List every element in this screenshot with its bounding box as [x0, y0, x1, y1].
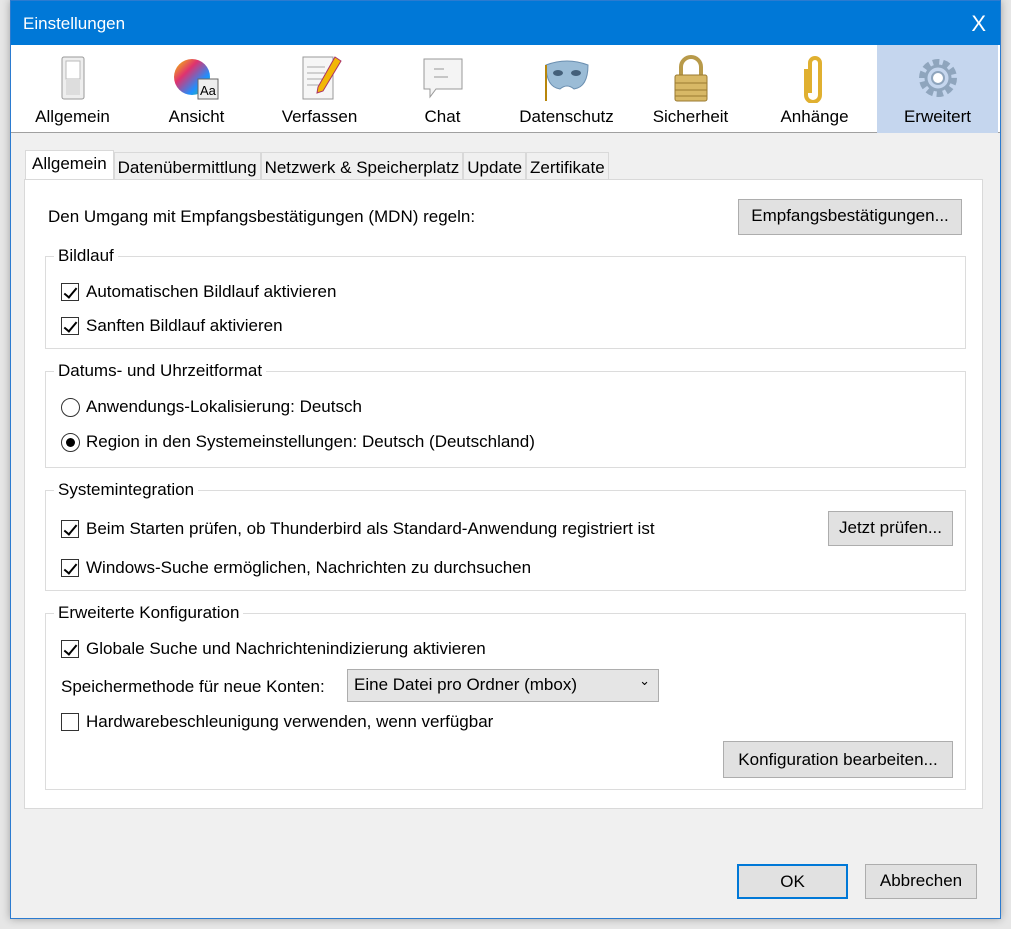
system-integration-group: Systemintegration Beim Starten prüfen, o… [45, 480, 966, 591]
checkbox-label: Globale Suche und Nachrichtenindizierung… [86, 639, 486, 658]
category-label: Datenschutz [519, 107, 614, 126]
padlock-icon [674, 55, 707, 102]
category-datenschutz[interactable]: Datenschutz [506, 45, 627, 133]
checkbox[interactable] [61, 520, 79, 538]
radio[interactable] [61, 397, 80, 417]
category-label: Ansicht [168, 107, 225, 126]
palette-font-icon: Aa [173, 59, 218, 100]
checkbox[interactable] [61, 559, 79, 577]
storage-method-select[interactable]: Eine Datei pro Ordner (mbox) ⌄ [347, 669, 659, 702]
default-app-checkbox[interactable]: Beim Starten prüfen, ob Thunderbird als … [61, 519, 655, 539]
select-value: Eine Datei pro Ordner (mbox) [354, 675, 577, 694]
receipts-button[interactable]: Empfangsbestätigungen... [738, 199, 962, 235]
window-title: Einstellungen [23, 14, 126, 33]
tab-panel: Den Umgang mit Empfangsbestätigungen (MD… [24, 179, 983, 809]
checkbox-label: Windows-Suche ermöglichen, Nachrichten z… [86, 558, 532, 577]
close-button[interactable]: X [971, 11, 986, 37]
category-anhaenge[interactable]: Anhänge [754, 45, 875, 133]
settings-dialog: Einstellungen X Allgemein Aa Ansicht Ver… [10, 0, 1001, 919]
mask-icon [544, 60, 589, 101]
title-bar: Einstellungen X [11, 1, 1000, 45]
category-label: Erweitert [903, 107, 972, 126]
chevron-down-icon: ⌄ [639, 673, 650, 688]
app-locale-radio[interactable]: Anwendungs-Lokalisierung: Deutsch [61, 397, 362, 417]
tab-update[interactable]: Update [463, 152, 527, 181]
category-chat[interactable]: Chat [382, 45, 503, 133]
hw-accel-checkbox[interactable]: Hardwarebeschleunigung verwenden, wenn v… [61, 712, 493, 732]
checkbox-label: Beim Starten prüfen, ob Thunderbird als … [86, 519, 655, 538]
group-legend: Systemintegration [54, 480, 199, 500]
category-ansicht[interactable]: Aa Ansicht [136, 45, 257, 133]
checkbox[interactable] [61, 713, 79, 731]
switch-icon [61, 56, 84, 100]
autoscroll-checkbox[interactable]: Automatischen Bildlauf aktivieren [61, 282, 336, 302]
paperclip-icon [803, 56, 822, 103]
checkbox[interactable] [61, 317, 79, 335]
smoothscroll-checkbox[interactable]: Sanften Bildlauf aktivieren [61, 316, 283, 336]
group-legend: Bildlauf [54, 246, 118, 266]
checkbox-label: Hardwarebeschleunigung verwenden, wenn v… [86, 712, 494, 731]
svg-text:Aa: Aa [200, 83, 217, 98]
scrolling-group: Bildlauf Automatischen Bildlauf aktivier… [45, 246, 966, 349]
tab-datenuebermittlung[interactable]: Datenübermittlung [113, 152, 261, 181]
category-sicherheit[interactable]: Sicherheit [630, 45, 751, 133]
tab-zertifikate[interactable]: Zertifikate [526, 152, 609, 181]
edit-config-button[interactable]: Konfiguration bearbeiten... [723, 741, 953, 778]
advanced-config-group: Erweiterte Konfiguration Globale Suche u… [45, 603, 966, 790]
category-allgemein[interactable]: Allgemein [12, 45, 133, 133]
tab-bar: Allgemein Datenübermittlung Netzwerk & S… [25, 150, 609, 181]
windows-search-checkbox[interactable]: Windows-Suche ermöglichen, Nachrichten z… [61, 558, 531, 578]
checkbox-label: Automatischen Bildlauf aktivieren [86, 282, 337, 301]
group-legend: Erweiterte Konfiguration [54, 603, 244, 623]
tab-netzwerk[interactable]: Netzwerk & Speicherplatz [260, 152, 464, 181]
category-label: Allgemein [35, 107, 110, 126]
radio-label: Region in den Systemeinstellungen: Deuts… [86, 432, 535, 451]
category-toolbar: Allgemein Aa Ansicht Verfassen Chat Date… [11, 45, 1000, 133]
radio[interactable] [61, 432, 80, 452]
storage-method-label: Speichermethode für neue Konten: [61, 677, 325, 696]
compose-pencil-icon [302, 56, 342, 100]
ok-button[interactable]: OK [737, 864, 848, 899]
checkbox[interactable] [61, 283, 79, 301]
global-search-checkbox[interactable]: Globale Suche und Nachrichtenindizierung… [61, 639, 486, 659]
mdn-text: Den Umgang mit Empfangsbestätigungen (MD… [48, 207, 476, 226]
chat-bubble-icon [423, 58, 462, 99]
category-label: Verfassen [281, 107, 358, 126]
radio-label: Anwendungs-Lokalisierung: Deutsch [86, 397, 362, 416]
gear-icon [918, 59, 957, 97]
system-region-radio[interactable]: Region in den Systemeinstellungen: Deuts… [61, 432, 535, 452]
tab-allgemein[interactable]: Allgemein [25, 150, 114, 181]
group-legend: Datums- und Uhrzeitformat [54, 361, 267, 381]
checkbox[interactable] [61, 640, 79, 658]
category-label: Sicherheit [652, 107, 729, 126]
category-label: Anhänge [780, 107, 849, 126]
check-now-button[interactable]: Jetzt prüfen... [828, 511, 953, 546]
category-label: Chat [424, 107, 461, 126]
category-erweitert[interactable]: Erweitert [877, 45, 998, 133]
category-verfassen[interactable]: Verfassen [259, 45, 380, 133]
checkbox-label: Sanften Bildlauf aktivieren [86, 316, 283, 335]
cancel-button[interactable]: Abbrechen [865, 864, 977, 899]
datetime-group: Datums- und Uhrzeitformat Anwendungs-Lok… [45, 361, 966, 468]
